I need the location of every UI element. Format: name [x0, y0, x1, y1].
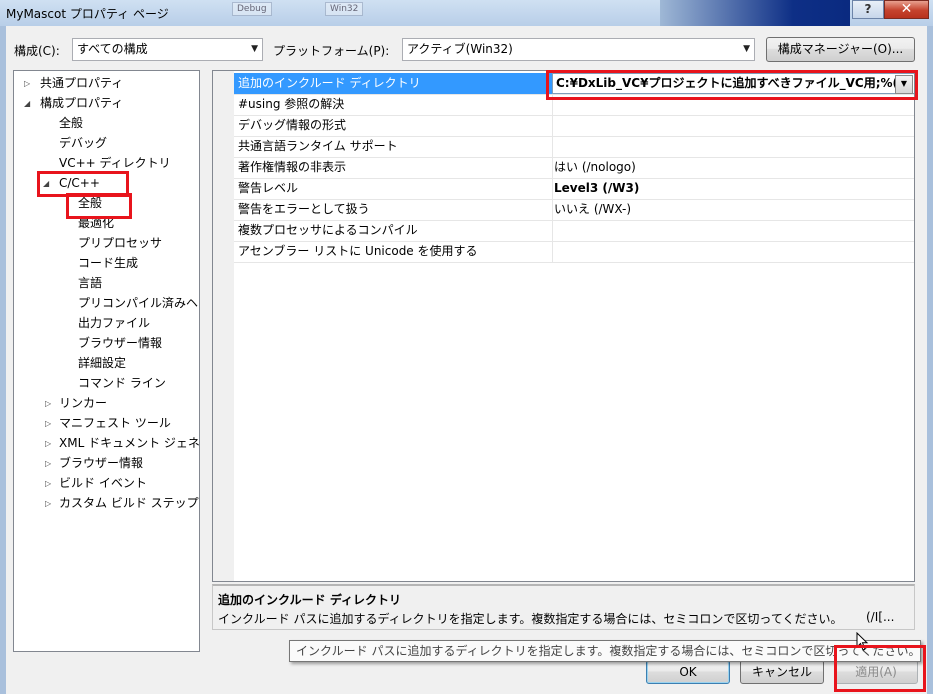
platform-dropdown[interactable]: アクティブ(Win32) ▼ — [402, 38, 755, 61]
property-value: いいえ (/WX-) — [554, 202, 632, 216]
property-row-unicode-assembler-listing[interactable]: アセンブラー リストに Unicode を使用する — [234, 241, 914, 263]
column-divider — [552, 241, 553, 262]
expand-triangle-icon[interactable]: ▷ — [45, 414, 51, 433]
expand-triangle-icon[interactable]: ▷ — [45, 474, 51, 493]
property-grid[interactable]: 追加のインクルード ディレクトリ C:¥DxLib_VC¥プロジェクトに追加すべ… — [212, 70, 915, 582]
column-divider — [552, 157, 553, 178]
background-tab-debug: Debug — [232, 2, 272, 16]
description-switch: (/I[... — [866, 610, 895, 624]
property-row-debug-info-format[interactable]: デバッグ情報の形式 — [234, 115, 914, 137]
tree-item-configuration-properties[interactable]: 構成プロパティ — [40, 94, 123, 113]
property-name: デバッグ情報の形式 — [238, 118, 347, 132]
property-row-warning-level[interactable]: 警告レベル Level3 (/W3) — [234, 178, 914, 200]
tree-item-general[interactable]: 全般 — [59, 114, 83, 133]
background-window-strip — [660, 0, 850, 26]
expand-triangle-icon[interactable]: ▷ — [24, 74, 30, 93]
column-divider — [552, 136, 553, 157]
platform-dropdown-value: アクティブ(Win32) — [407, 42, 513, 56]
tree-item-output-files[interactable]: 出力ファイル — [78, 314, 150, 333]
grid-left-margin — [213, 71, 234, 581]
tooltip: インクルード パスに追加するディレクトリを指定します。複数指定する場合には、セミ… — [289, 640, 921, 662]
config-manager-button[interactable]: 構成マネージャー(O)... — [766, 37, 915, 62]
tree-item-browse-info[interactable]: ブラウザー情報 — [59, 454, 143, 473]
property-value: はい (/nologo) — [554, 160, 636, 174]
tree-item-precompiled-headers[interactable]: プリコンパイル済みヘ — [78, 294, 198, 313]
ok-button[interactable]: OK — [646, 660, 730, 684]
column-divider — [552, 199, 553, 220]
tree-item-language[interactable]: 言語 — [78, 274, 102, 293]
property-name: 追加のインクルード ディレクトリ — [238, 76, 421, 90]
tree-item-code-generation[interactable]: コード生成 — [78, 254, 138, 273]
close-button[interactable]: ✕ — [884, 0, 929, 19]
description-panel: 追加のインクルード ディレクトリ インクルード パスに追加するディレクトリを指定… — [212, 584, 915, 630]
chevron-down-icon: ▼ — [743, 44, 750, 54]
description-text: インクルード パスに追加するディレクトリを指定します。複数指定する場合には、セミ… — [218, 612, 843, 626]
tree-item-browse-information[interactable]: ブラウザー情報 — [78, 334, 162, 353]
expand-triangle-icon[interactable]: ▷ — [45, 394, 51, 413]
platform-label: プラットフォーム(P): — [273, 44, 390, 58]
column-divider — [552, 220, 553, 241]
tree-item-debugging[interactable]: デバッグ — [59, 134, 107, 153]
property-row-treat-warnings-as-errors[interactable]: 警告をエラーとして扱う いいえ (/WX-) — [234, 199, 914, 221]
config-label: 構成(C): — [14, 44, 60, 58]
help-button[interactable]: ? — [852, 0, 884, 19]
property-row-multi-processor-compilation[interactable]: 複数プロセッサによるコンパイル — [234, 220, 914, 242]
property-tree[interactable]: ▷ 共通プロパティ ◢ 構成プロパティ 全般 デバッグ VC++ ディレクトリ … — [13, 70, 200, 652]
property-name: 警告をエラーとして扱う — [238, 202, 370, 216]
highlight-box-general — [66, 193, 132, 219]
highlight-box-apply — [834, 645, 926, 692]
tree-item-preprocessor[interactable]: プリプロセッサ — [78, 234, 162, 253]
property-name: アセンブラー リストに Unicode を使用する — [238, 244, 478, 258]
tree-item-build-events[interactable]: ビルド イベント — [59, 474, 147, 493]
tree-item-linker[interactable]: リンカー — [59, 394, 107, 413]
background-tab-win32: Win32 — [325, 2, 364, 16]
tree-item-manifest-tool[interactable]: マニフェスト ツール — [59, 414, 171, 433]
column-divider — [552, 178, 553, 199]
window-title: MyMascot プロパティ ページ — [6, 7, 169, 21]
highlight-box-include-directories — [546, 70, 918, 100]
collapse-triangle-icon[interactable]: ◢ — [24, 94, 30, 113]
config-dropdown[interactable]: すべての構成 ▼ — [72, 38, 263, 61]
chevron-down-icon: ▼ — [251, 44, 258, 54]
property-name: 警告レベル — [238, 181, 299, 195]
tree-item-command-line[interactable]: コマンド ライン — [78, 374, 166, 393]
tree-item-xml-document-generator[interactable]: XML ドキュメント ジェネ — [59, 434, 199, 453]
expand-triangle-icon[interactable]: ▷ — [45, 454, 51, 473]
config-dropdown-value: すべての構成 — [77, 42, 148, 56]
property-name: 複数プロセッサによるコンパイル — [238, 223, 418, 237]
tree-item-custom-build-step[interactable]: カスタム ビルド ステップ — [59, 494, 199, 513]
expand-triangle-icon[interactable]: ▷ — [45, 494, 51, 513]
property-name: 著作権情報の非表示 — [238, 160, 347, 174]
property-row-clr-support[interactable]: 共通言語ランタイム サポート — [234, 136, 914, 158]
tree-item-common-properties[interactable]: 共通プロパティ — [40, 74, 123, 93]
cancel-button[interactable]: キャンセル — [740, 660, 824, 684]
column-divider — [552, 115, 553, 136]
property-value: Level3 (/W3) — [554, 181, 640, 195]
description-title: 追加のインクルード ディレクトリ — [218, 593, 401, 607]
property-name: 共通言語ランタイム サポート — [238, 139, 398, 153]
property-row-suppress-banner[interactable]: 著作権情報の非表示 はい (/nologo) — [234, 157, 914, 179]
expand-triangle-icon[interactable]: ▷ — [45, 434, 51, 453]
property-name: #using 参照の解決 — [238, 97, 345, 111]
tree-item-advanced[interactable]: 詳細設定 — [78, 354, 126, 373]
